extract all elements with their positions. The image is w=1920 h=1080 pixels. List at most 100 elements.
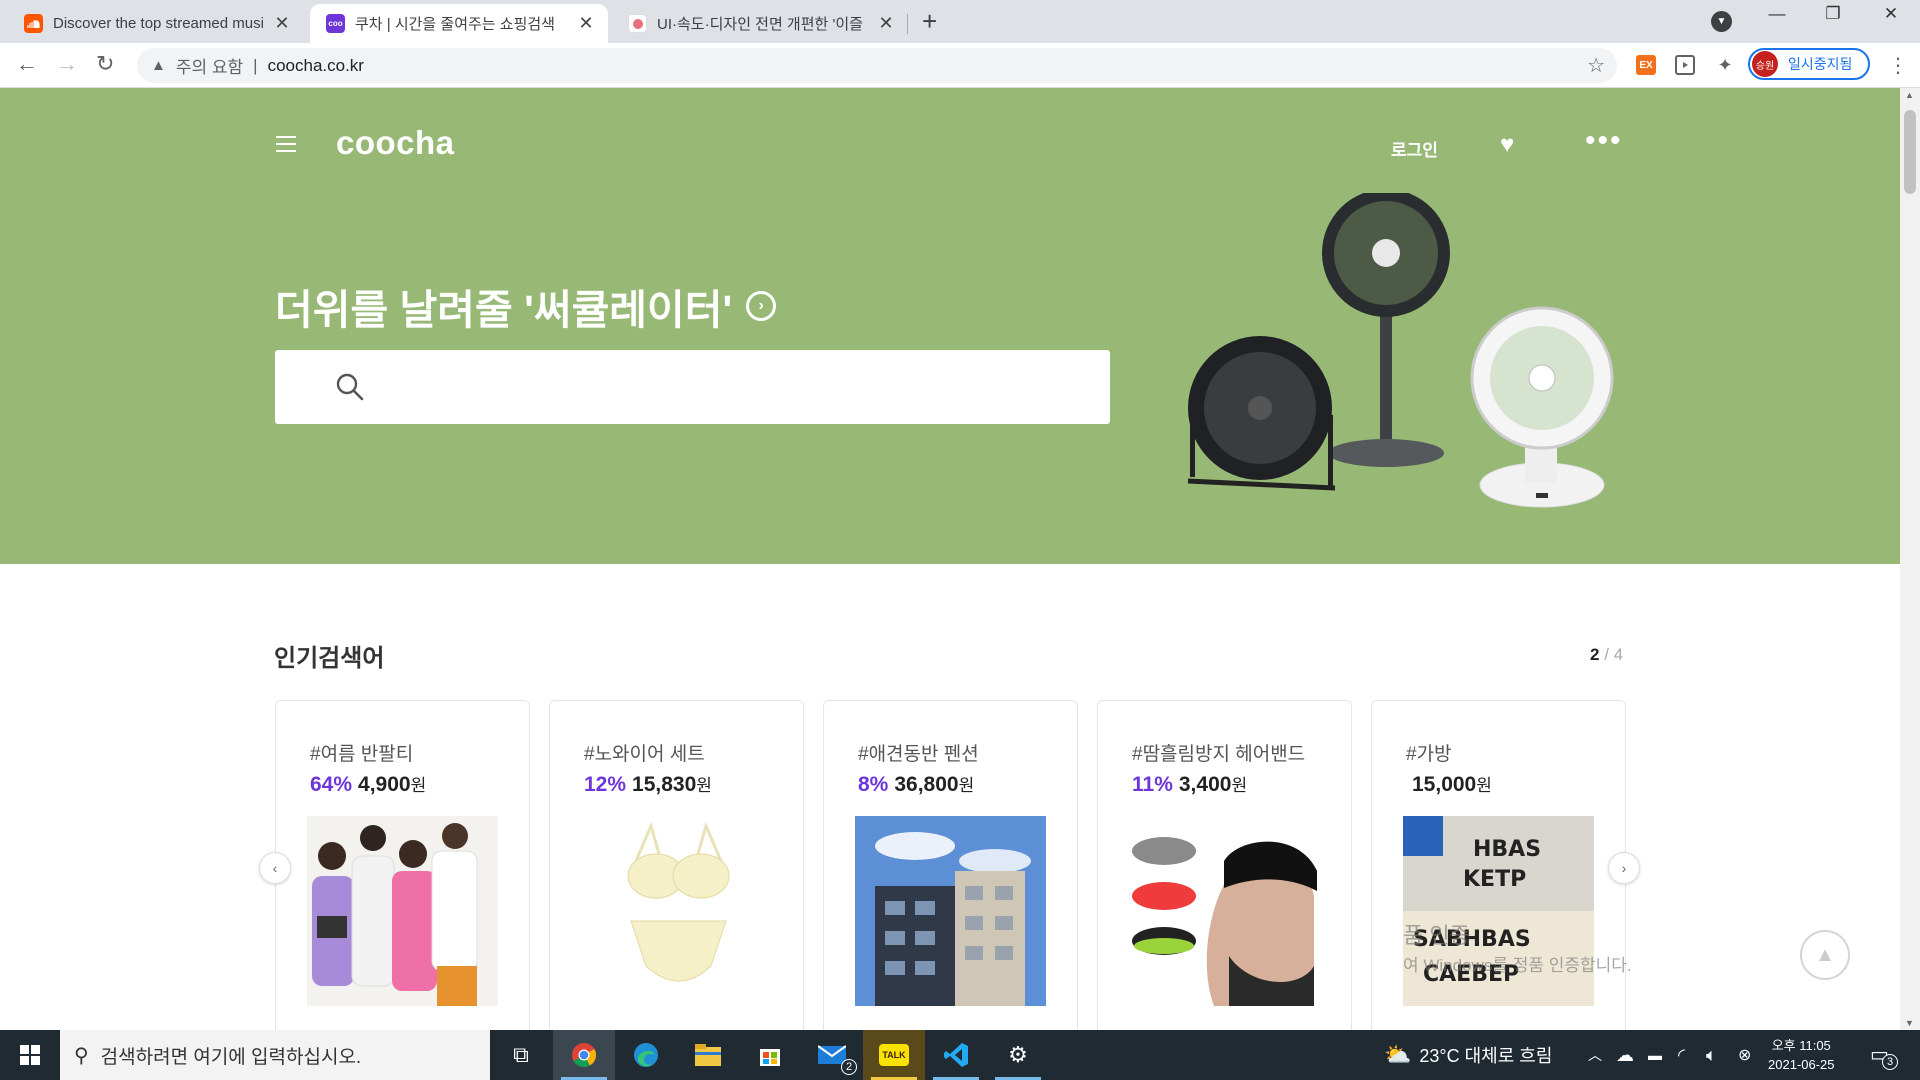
battery-icon[interactable]: ▬ — [1648, 1030, 1662, 1080]
search-box[interactable] — [275, 350, 1110, 424]
browser-toolbar: ← → ↻ ▲ 주의 요함 | coocha.co.kr ☆ EX ✦ 승원 일… — [0, 43, 1920, 88]
avatar: 승원 — [1752, 51, 1778, 77]
minimize-button[interactable]: — — [1754, 4, 1800, 24]
keyword-card[interactable]: #노와이어 세트 12% 15,830원 — [549, 700, 804, 1030]
window-close-button[interactable]: ✕ — [1868, 4, 1914, 24]
tray-overflow-icon[interactable]: ︿ — [1588, 1030, 1602, 1080]
lingerie-set-image[interactable] — [581, 816, 772, 1006]
onedrive-cloud-icon[interactable]: ☁ — [1616, 1030, 1634, 1080]
profile-status: 일시중지됨 — [1788, 56, 1853, 72]
warning-icon[interactable]: ▲ — [151, 57, 166, 74]
weather-widget[interactable]: ⛅ 23°C 대체로 흐림 — [1384, 1030, 1552, 1080]
mail-badge: 2 — [841, 1059, 857, 1075]
browser-menu-icon[interactable]: ⋮ — [1888, 53, 1908, 78]
search-input[interactable] — [375, 366, 1075, 408]
media-extension-icon[interactable] — [1675, 55, 1695, 75]
close-icon[interactable]: ✕ — [272, 13, 292, 34]
keyword-card[interactable]: #땀흘림방지 헤어밴드 11% 3,400원 — [1097, 700, 1352, 1030]
edge-icon[interactable] — [615, 1030, 677, 1080]
tab-news[interactable]: UI·속도·디자인 전면 개편한 '이즐 ✕ — [612, 4, 908, 43]
svg-text:HBAS: HBAS — [1473, 837, 1541, 862]
tab-title: UI·속도·디자인 전면 개편한 '이즐 — [657, 16, 863, 33]
task-view-icon[interactable]: ⧉ — [490, 1030, 552, 1080]
search-icon: ⚲ — [74, 1044, 89, 1067]
new-tab-button[interactable]: + — [922, 6, 937, 37]
carousel-next-button[interactable]: › — [1608, 852, 1640, 884]
svg-text:KETP: KETP — [1463, 867, 1526, 892]
close-icon[interactable]: ✕ — [576, 13, 596, 34]
coocha-logo[interactable]: coocha — [336, 124, 455, 162]
profile-button[interactable]: 승원 일시중지됨 — [1748, 48, 1870, 80]
reload-icon[interactable]: ↻ — [96, 51, 114, 77]
tab-soundcloud[interactable]: Discover the top streamed musi ✕ — [8, 4, 304, 43]
url-text: coocha.co.kr — [267, 55, 364, 75]
security-label: 주의 요함 — [175, 58, 244, 77]
volume-icon[interactable]: 🔈︎ — [1706, 1030, 1717, 1080]
hamburger-menu-icon[interactable] — [276, 136, 296, 152]
card-discount: 12% — [584, 773, 627, 796]
card-discount: 64% — [310, 773, 353, 796]
windows-taskbar: ⚲ 검색하려면 여기에 입력하십시오. ⧉ 2 TALK ⚙ ⛅ 23°C 대체… — [0, 1030, 1920, 1080]
card-price: 15,000원 — [1412, 773, 1492, 796]
login-link[interactable]: 로그인 — [1391, 136, 1438, 161]
tab-separator — [907, 14, 908, 34]
more-dots-icon[interactable]: ••• — [1585, 124, 1623, 158]
bookmark-star-icon[interactable]: ☆ — [1587, 53, 1605, 78]
extensions-puzzle-icon[interactable]: ✦ — [1715, 55, 1735, 75]
keyword-card[interactable]: #애견동반 펜션 8% 36,800원 — [823, 700, 1078, 1030]
headband-model-image[interactable] — [1129, 816, 1320, 1006]
ex-extension-icon[interactable]: EX — [1636, 55, 1656, 75]
wifi-icon[interactable]: ◜ — [1678, 1030, 1685, 1080]
pension-building-image[interactable] — [855, 816, 1046, 1006]
hero-banner: coocha 로그인 ♥ ••• 더위를 날려줄 '써큘레이터' › — [0, 88, 1900, 564]
tab-title: Discover the top streamed musi — [53, 15, 264, 32]
tshirt-models-image[interactable] — [307, 816, 498, 1006]
taskbar-search-box[interactable]: ⚲ 검색하려면 여기에 입력하십시오. — [60, 1030, 490, 1080]
weather-text: 23°C 대체로 흐림 — [1419, 1046, 1553, 1066]
microsoft-store-icon[interactable] — [739, 1030, 801, 1080]
windows-logo-icon — [20, 1045, 40, 1065]
news-icon — [628, 14, 647, 33]
heart-icon[interactable]: ♥ — [1500, 131, 1514, 159]
restore-button[interactable]: ❐ — [1810, 4, 1856, 24]
notification-center-icon[interactable]: ▭ 3 — [1870, 1042, 1898, 1070]
mail-icon[interactable]: 2 — [801, 1030, 863, 1080]
scroll-up-arrow-icon[interactable]: ▲ — [1905, 90, 1914, 100]
file-explorer-icon[interactable] — [677, 1030, 739, 1080]
kakaotalk-icon[interactable]: TALK — [863, 1030, 925, 1080]
scroll-top-button[interactable]: ▲ — [1800, 930, 1850, 980]
carousel-prev-button[interactable]: ‹ — [259, 852, 291, 884]
chevron-right-circle-icon[interactable]: › — [746, 291, 777, 321]
mute-circle-icon[interactable]: ⊗ — [1738, 1030, 1751, 1080]
coocha-icon: coo — [326, 14, 345, 33]
close-icon[interactable]: ✕ — [876, 13, 896, 34]
forward-arrow-icon[interactable]: → — [56, 51, 78, 77]
card-keyword: #애견동반 펜션 — [858, 744, 979, 765]
page-scrollbar[interactable]: ▲ ▼ — [1900, 88, 1920, 1030]
scroll-down-arrow-icon[interactable]: ▼ — [1905, 1018, 1914, 1028]
chrome-icon[interactable] — [553, 1030, 615, 1080]
taskbar-search-placeholder: 검색하려면 여기에 입력하십시오. — [100, 1046, 362, 1068]
promo-headline-text: 더위를 날려줄 '써큘레이터' — [275, 287, 733, 333]
carousel-pager: 2 / 4 — [1590, 645, 1624, 664]
card-discount: 11% — [1132, 773, 1173, 796]
settings-gear-icon[interactable]: ⚙ — [987, 1030, 1049, 1080]
back-arrow-icon[interactable]: ← — [16, 51, 38, 77]
card-discount: 8% — [858, 773, 889, 796]
promo-headline[interactable]: 더위를 날려줄 '써큘레이터' › — [275, 276, 777, 336]
browser-tabstrip: Discover the top streamed musi ✕ coo 쿠차 … — [0, 0, 1920, 43]
vscode-icon[interactable] — [925, 1030, 987, 1080]
clock-date: 2021-06-25 — [1768, 1057, 1835, 1072]
tab-search-icon[interactable]: ▼ — [1711, 11, 1732, 32]
card-keyword: #여름 반팔티 — [310, 744, 414, 765]
card-price: 64% 4,900원 — [310, 773, 427, 796]
windows-start-button[interactable] — [0, 1030, 60, 1080]
clock-time: 오후 11:05 — [1771, 1038, 1831, 1053]
scrollbar-thumb[interactable] — [1904, 110, 1916, 194]
address-bar[interactable]: ▲ 주의 요함 | coocha.co.kr ☆ — [137, 48, 1617, 83]
windows-activation-watermark: 품 인증 여 Windows를 정품 인증합니다. — [1403, 923, 1632, 975]
tab-coocha[interactable]: coo 쿠차 | 시간을 줄여주는 쇼핑검색 ✕ — [310, 4, 608, 43]
popular-searches-title: 인기검색어 — [274, 645, 385, 672]
clock[interactable]: 오후 11:05 2021-06-25 — [1768, 1036, 1835, 1074]
keyword-card[interactable]: #여름 반팔티 64% 4,900원 — [275, 700, 530, 1030]
